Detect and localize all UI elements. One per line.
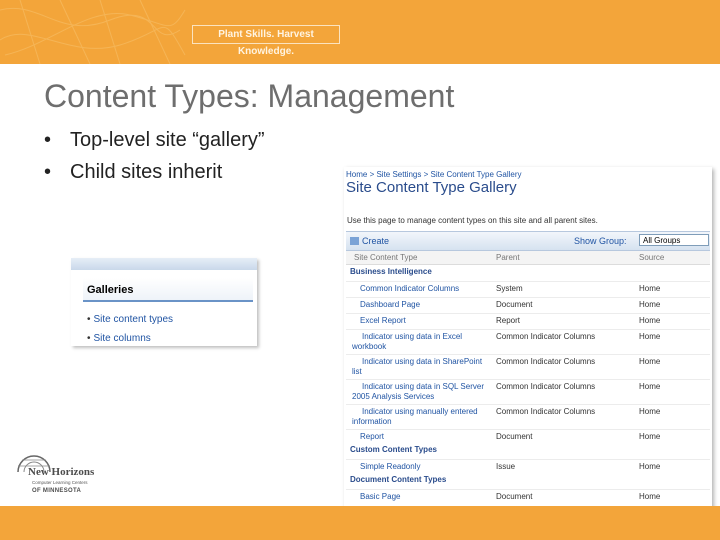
parent-value: Common Indicator Columns: [496, 382, 596, 391]
slide-title: Content Types: Management: [44, 78, 455, 114]
group-header[interactable]: Business Intelligence: [350, 267, 432, 276]
column-header-parent[interactable]: Parent: [496, 253, 520, 262]
parent-value: Issue: [496, 462, 516, 471]
source-value: Home: [639, 432, 661, 441]
group-header[interactable]: Document Content Types: [350, 475, 446, 484]
source-value: Home: [639, 332, 661, 341]
source-value: Home: [639, 316, 661, 325]
page-title: Site Content Type Gallery: [346, 179, 517, 196]
content-type-link[interactable]: Indicator using data in SQL Server 2005 …: [352, 382, 486, 402]
parent-value: Document: [496, 492, 533, 501]
content-type-link[interactable]: Dashboard Page: [360, 300, 494, 310]
column-header-name[interactable]: Site Content Type: [354, 253, 417, 262]
column-headers: Site Content Type Parent Source: [346, 251, 710, 265]
banner-pattern: [0, 0, 186, 64]
parent-value: Common Indicator Columns: [496, 407, 596, 416]
source-value: Home: [639, 382, 661, 391]
banner-tagline: Plant Skills. Harvest Knowledge.: [192, 25, 340, 57]
create-button[interactable]: Create: [350, 236, 389, 246]
source-value: Home: [639, 492, 661, 501]
list-item: Basic Page Document Home: [346, 489, 710, 506]
parent-value: Common Indicator Columns: [496, 357, 596, 366]
bullet-item: • Top-level site “gallery”: [44, 129, 265, 151]
group-select[interactable]: All Groups: [639, 234, 709, 246]
list-item: Indicator using data in SharePoint list C…: [346, 354, 710, 380]
content-type-gallery-screenshot: Home > Site Settings > Site Content Type…: [344, 167, 712, 519]
top-banner: Plant Skills. Harvest Knowledge.: [0, 0, 720, 64]
content-type-link[interactable]: Indicator using data in Excel workbook: [352, 332, 486, 352]
parent-value: System: [496, 284, 523, 293]
content-type-link[interactable]: Indicator using data in SharePoint list: [352, 357, 486, 377]
parent-value: Report: [496, 316, 521, 325]
site-columns-link[interactable]: • Site columns: [87, 333, 151, 344]
parent-value: Common Indicator Columns: [496, 332, 596, 341]
show-group-label: Show Group:: [574, 236, 627, 246]
content-type-link[interactable]: Basic Page: [360, 492, 494, 502]
list-item: Dashboard Page Document Home: [346, 297, 710, 314]
source-value: Home: [639, 284, 661, 293]
content-type-link[interactable]: Report: [360, 432, 494, 442]
list-item: Excel Report Report Home: [346, 313, 710, 330]
list-item: Indicator using data in SQL Server 2005 …: [346, 379, 710, 405]
bullet-item: • Child sites inherit: [44, 161, 223, 183]
page-description: Use this page to manage content types on…: [347, 216, 598, 225]
logo-state: OF MINNESOTA: [32, 488, 82, 494]
source-value: Home: [639, 407, 661, 416]
source-value: Home: [639, 300, 661, 309]
parent-value: Document: [496, 300, 533, 309]
list-item: Simple Readonly Issue Home: [346, 459, 710, 476]
galleries-screenshot: Galleries • Site content types • Site colu…: [71, 258, 257, 346]
breadcrumb[interactable]: Home > Site Settings > Site Content Type…: [346, 170, 522, 179]
content-type-link[interactable]: Indicator using manually entered informa…: [352, 407, 486, 427]
new-horizons-logo: New Horizons Computer Learning Centers O…: [14, 452, 104, 498]
logo-subtitle: Computer Learning Centers: [32, 480, 88, 485]
content-type-link[interactable]: Common Indicator Columns: [360, 284, 494, 294]
galleries-topbar: [71, 258, 257, 270]
content-type-link[interactable]: Excel Report: [360, 316, 494, 326]
site-content-types-link[interactable]: • Site content types: [87, 314, 173, 325]
group-header[interactable]: Custom Content Types: [350, 445, 437, 454]
source-value: Home: [639, 462, 661, 471]
list-item: Indicator using data in Excel workbook Co…: [346, 329, 710, 355]
bullet-list: • Top-level site “gallery” • Child sites i…: [44, 124, 265, 188]
list-item: Report Document Home: [346, 429, 710, 446]
list-item: Common Indicator Columns System Home: [346, 281, 710, 298]
galleries-heading: Galleries: [83, 278, 253, 302]
source-value: Home: [639, 357, 661, 366]
content-type-link[interactable]: Simple Readonly: [360, 462, 494, 472]
list-item: Indicator using manually entered informa…: [346, 404, 710, 430]
bottom-bar: [0, 506, 720, 540]
logo-name: New Horizons: [28, 466, 95, 478]
toolbar: Create Show Group: All Groups: [346, 231, 710, 251]
parent-value: Document: [496, 432, 533, 441]
column-header-source[interactable]: Source: [639, 253, 664, 262]
create-icon: [350, 237, 359, 245]
